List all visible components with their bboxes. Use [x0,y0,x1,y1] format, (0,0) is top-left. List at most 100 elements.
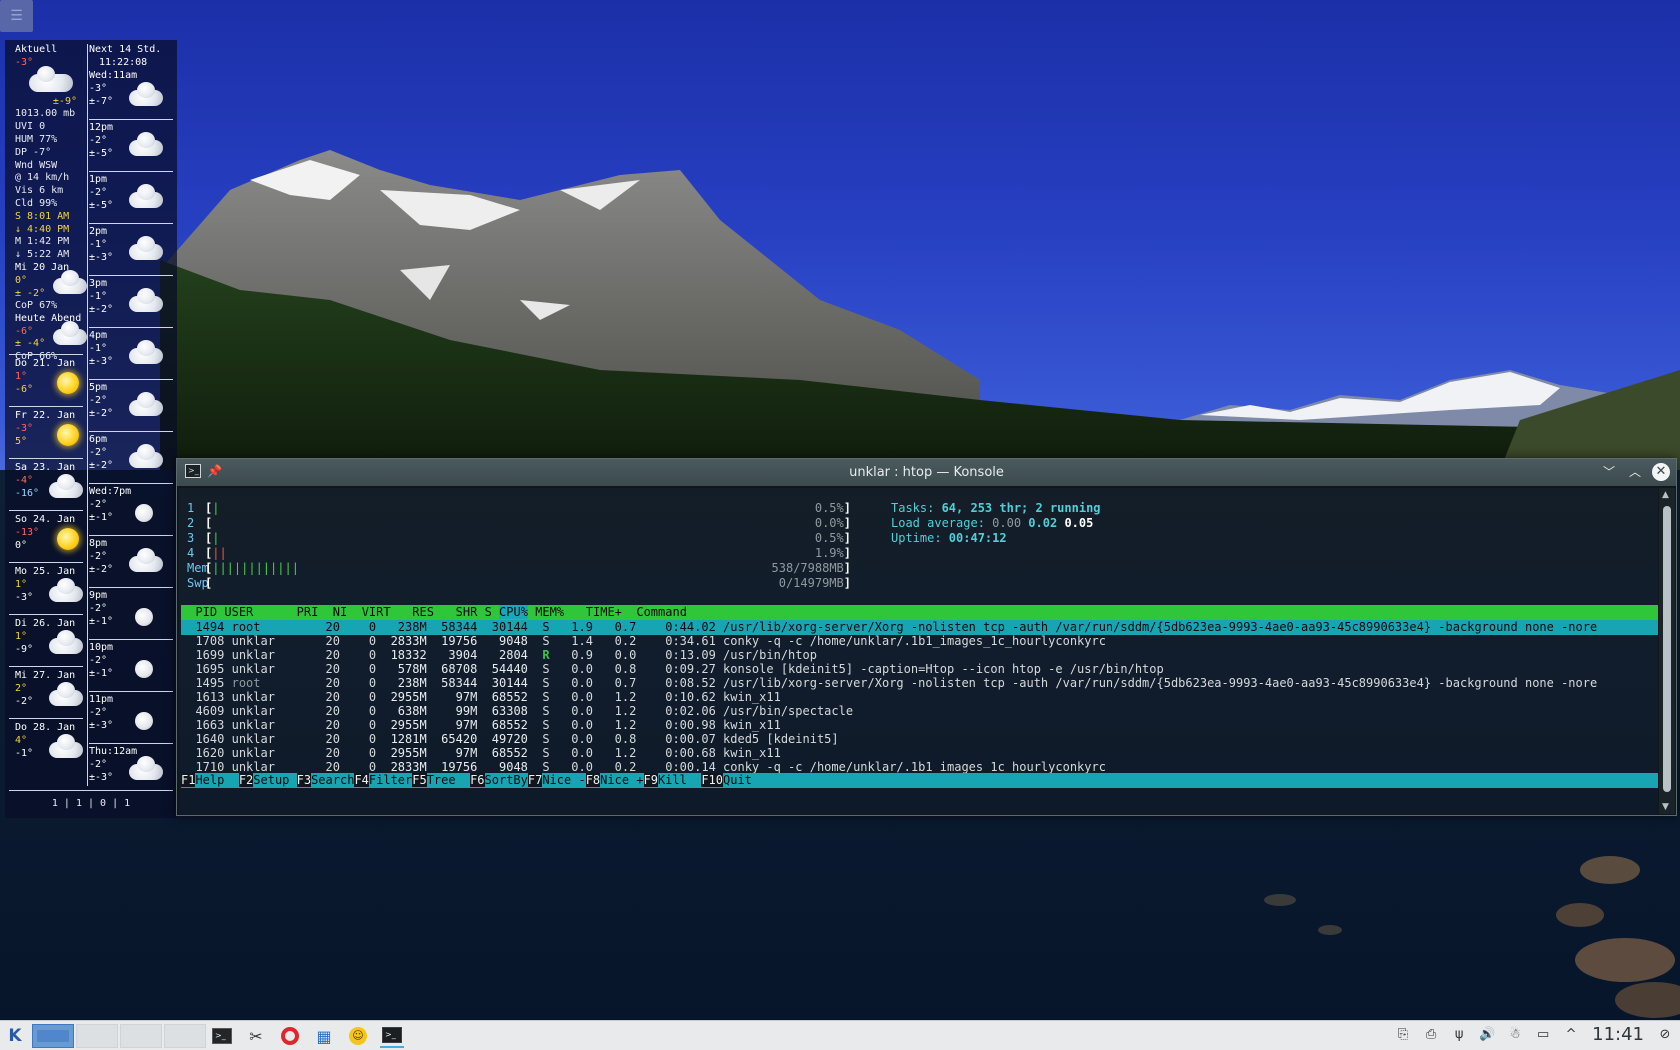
fkey-label[interactable]: SortBy [485,773,528,787]
display-icon[interactable]: ▭ [1534,1026,1552,1044]
fkey-f5[interactable]: F5 [412,773,427,787]
digital-clock[interactable]: 11:41 [1590,1024,1646,1045]
fkey-f7[interactable]: F7 [527,773,543,787]
table-row[interactable]: 1613 unklar 20 0 2955M 97M 68552 S 0.0 1… [181,690,1658,705]
col-cpu[interactable]: CPU% [499,605,528,619]
fkey-f10[interactable]: F10 [701,773,723,787]
sun-icon [57,372,79,394]
application-launcher[interactable]: K [4,1025,26,1047]
table-row[interactable]: 1620 unklar 20 0 2955M 97M 68552 S 0.0 1… [181,746,1658,761]
sun-icon [57,424,79,446]
fkey-label[interactable]: Tree [427,773,470,787]
printer-icon[interactable]: ⎙ [1422,1026,1440,1044]
fkey-f1[interactable]: F1 [181,773,196,787]
daily-item: Sa 23. Jan -4° -16° [15,462,87,512]
col-res[interactable]: RES [412,605,434,619]
load-line: Load average: 0.00 0.02 0.05 [891,516,1093,531]
fkey-label[interactable]: Nice - [542,773,585,787]
hourly-time: 11:22:08 [99,56,148,68]
col-shr[interactable]: SHR [456,605,478,619]
col-time[interactable]: TIME+ [586,605,622,619]
fkey-f6[interactable]: F6 [470,773,485,787]
col-ni[interactable]: NI [333,605,347,619]
fkey-label[interactable]: Kill [658,773,701,787]
cloud-icon [129,288,163,312]
table-row[interactable]: 1640 unklar 20 0 1281M 65420 49720 S 0.0… [181,732,1658,747]
col-s[interactable]: S [485,605,492,619]
cell-ni: 0 [347,676,377,690]
ghost-icon[interactable]: ☃ [1506,1026,1524,1044]
cell-pri: 20 [303,746,340,760]
cell-res: 65420 [433,732,478,746]
scroll-up-icon[interactable]: ▲ [1662,490,1669,500]
close-icon[interactable]: ✕ [1652,463,1670,481]
col-virt[interactable]: VIRT [362,605,391,619]
col-pri[interactable]: PRI [297,605,319,619]
hourly-feels: ±-1° [89,615,114,627]
opera-launcher[interactable] [278,1024,302,1048]
cell-pid: 1640 [181,732,225,746]
table-row[interactable]: 1708 unklar 20 0 2833M 19756 9048 S 1.4 … [181,634,1658,649]
fkey-f8[interactable]: F8 [585,773,601,787]
fkey-label[interactable]: Nice + [600,773,643,787]
fkey-f9[interactable]: F9 [643,773,658,787]
fkey-label[interactable]: Quit [723,773,752,787]
pin-icon[interactable]: 📌 [207,464,222,478]
row-divider [89,223,173,224]
fkey-label[interactable]: Help [195,773,238,787]
cell-res: 3904 [433,648,478,662]
fkey-label[interactable]: Setup [253,773,296,787]
table-row[interactable]: 1699 unklar 20 0 18332 3904 2804 R 0.9 0… [181,648,1658,663]
emoji-launcher[interactable]: ☺ [346,1024,370,1048]
terminal-scrollbar[interactable]: ▲ ▼ [1659,488,1675,814]
col-pid[interactable]: PID [195,605,217,619]
fkey-f3[interactable]: F3 [296,773,312,787]
tools-launcher[interactable]: ✂ [244,1024,268,1048]
fkey-f2[interactable]: F2 [238,773,254,787]
table-row[interactable]: 1495 root 20 0 238M 58344 30144 S 0.0 0.… [181,676,1658,691]
row-divider [9,790,173,791]
cell-time: 0:08.52 [643,676,716,690]
konsole-task[interactable]: >_ [380,1024,404,1048]
meter-value: 1.9% [814,546,844,560]
table-row[interactable]: 1494 root 20 0 238M 58344 30144 S 1.9 0.… [181,620,1658,635]
col-command[interactable]: Command [636,605,687,619]
hourly-time-label: 10pm [89,642,114,653]
htop-terminal[interactable]: 1 [| 0.5%] 2 [ 0.0%] 3 [| 0.5%] 4 [|| 1.… [179,488,1658,814]
chevron-up-icon[interactable]: ︿ [1626,463,1644,481]
window-title: unklar : htop — Konsole [849,465,1004,480]
show-desktop-icon[interactable]: ⊘ [1656,1026,1674,1044]
terminal-icon[interactable]: >_ [185,464,201,478]
cell-mem: 0.0 [600,648,637,662]
fkey-f4[interactable]: F4 [354,773,369,787]
scrollbar-thumb[interactable] [1663,506,1671,792]
window-titlebar[interactable]: >_ 📌 unklar : htop — Konsole ﹀ ︿ ✕ [177,459,1676,486]
scroll-down-icon[interactable]: ▼ [1662,802,1669,812]
pager-desktop-4[interactable] [164,1024,206,1048]
col-mem[interactable]: MEM% [535,605,564,619]
chevron-down-icon[interactable]: ﹀ [1600,463,1618,481]
expand-tray-icon[interactable]: ^ [1562,1026,1580,1044]
clipboard-icon[interactable]: ⎘ [1394,1026,1412,1044]
cell-shr: 68552 [484,746,528,760]
usb-icon[interactable]: ψ [1450,1026,1468,1044]
cpu-meter-1-value: 0.5%] [814,501,851,515]
fkey-label[interactable]: Search [311,773,354,787]
pager-desktop-2[interactable] [76,1024,118,1048]
col-user[interactable]: USER [224,605,253,619]
table-row[interactable]: 1695 unklar 20 0 578M 68708 54440 S 0.0 … [181,662,1658,677]
volume-icon[interactable]: 🔊 [1478,1026,1496,1044]
table-row[interactable]: 4609 unklar 20 0 638M 99M 63308 S 0.0 1.… [181,704,1658,719]
calculator-launcher[interactable]: ▦ [312,1024,336,1048]
cell-shr: 9048 [484,634,528,648]
terminal-launcher[interactable]: >_ [210,1024,234,1048]
hourly-item: 10pm -2° ±-1° [89,642,175,690]
pager-desktop-3[interactable] [120,1024,162,1048]
cell-shr: 68552 [484,718,528,732]
pager-desktop-1[interactable] [32,1024,74,1048]
table-row[interactable]: 1663 unklar 20 0 2955M 97M 68552 S 0.0 1… [181,718,1658,733]
fkey-label[interactable]: Filter [369,773,412,787]
desktop-menu-button[interactable]: ☰ [0,0,33,32]
konsole-window[interactable]: >_ 📌 unklar : htop — Konsole ﹀ ︿ ✕ 1 [| … [176,458,1677,816]
hourly-temp: -2° [89,498,108,510]
